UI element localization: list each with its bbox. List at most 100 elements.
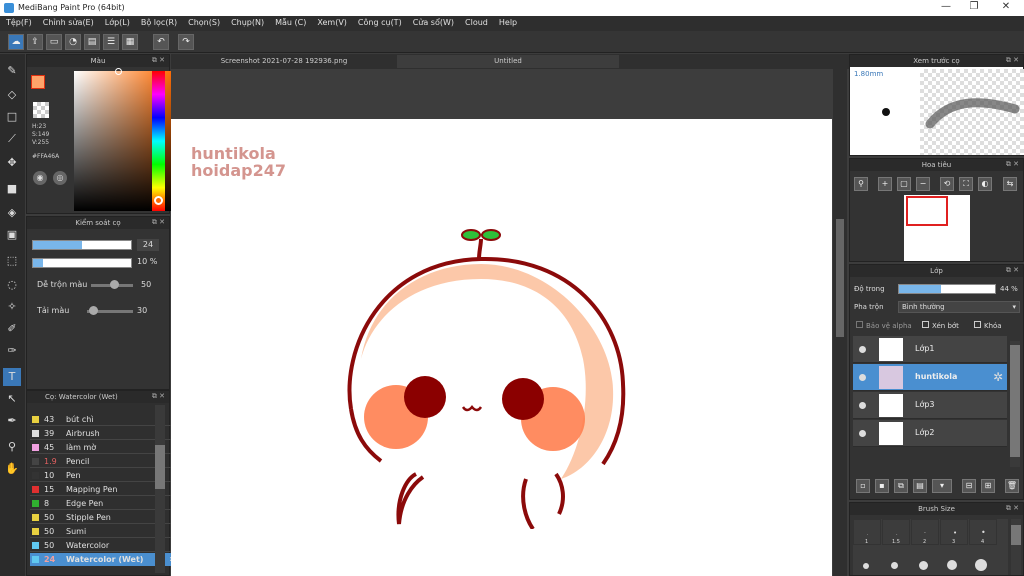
fit-icon[interactable]: ▢	[897, 177, 911, 191]
eraser-tool-icon[interactable]: ◇	[3, 86, 21, 104]
close-button[interactable]: ✕	[996, 1, 1016, 15]
brush-list-scrollbar[interactable]	[155, 405, 165, 573]
blend-slider-handle[interactable]	[110, 280, 119, 289]
protect-alpha-checkbox[interactable]	[856, 321, 863, 328]
brush-size-slider[interactable]	[32, 240, 132, 250]
menu-file[interactable]: Tệp(F)	[0, 16, 37, 31]
layer-row[interactable]: Lớp3	[853, 392, 1007, 419]
tab-screenshot[interactable]: Screenshot 2021-07-28 192936.png	[175, 55, 393, 68]
panel-controls-icon[interactable]: ⧉ ✕	[152, 56, 165, 65]
select-tool-icon[interactable]: ⬚	[3, 252, 21, 270]
gear-icon[interactable]: ✲	[993, 370, 1003, 384]
fill-rect-tool-icon[interactable]: ■	[3, 180, 21, 198]
layer-scrollbar[interactable]	[1010, 341, 1020, 467]
zoom-in-icon[interactable]: +	[878, 177, 892, 191]
rotate-icon[interactable]: ⟲	[940, 177, 954, 191]
upload-icon[interactable]: ⇪	[27, 34, 43, 50]
navigator-thumbnail[interactable]	[904, 195, 970, 261]
menu-snap[interactable]: Chụp(N)	[225, 16, 269, 31]
text-tool-icon[interactable]: T	[3, 368, 21, 386]
lasso-tool-icon[interactable]: ◌	[3, 276, 21, 294]
hue-slider-handle[interactable]	[154, 196, 163, 205]
select-pen-icon[interactable]: ✐	[3, 320, 21, 338]
brush-size-scrollbar[interactable]	[1011, 519, 1021, 575]
new-layer-icon[interactable]: ▫	[856, 479, 870, 493]
layer-visibility-icon[interactable]	[859, 346, 866, 353]
canvas[interactable]: huntikola hoidap247	[171, 119, 832, 576]
tab-untitled[interactable]: Untitled	[397, 55, 619, 68]
grid-icon[interactable]: ▦	[122, 34, 138, 50]
menu-help[interactable]: Help	[493, 16, 522, 31]
lock-checkbox[interactable]	[974, 321, 981, 328]
add-layer-menu-icon[interactable]: ▾	[932, 479, 952, 493]
layer-row[interactable]: Lớp1	[853, 336, 1007, 363]
flow-slider-handle[interactable]	[89, 306, 98, 315]
operation-tool-icon[interactable]: ↖	[3, 390, 21, 408]
brush-size-dot[interactable]	[891, 562, 898, 569]
minimize-button[interactable]: —	[936, 1, 956, 15]
brush-size-cell[interactable]: • 4	[969, 519, 997, 545]
menu-window[interactable]: Cửa sổ(W)	[407, 16, 459, 31]
foreground-color-swatch[interactable]	[31, 75, 45, 89]
layer-opacity-slider[interactable]	[898, 284, 996, 294]
divide-tool-icon[interactable]: ✒	[3, 412, 21, 430]
picker-cursor[interactable]	[115, 68, 122, 75]
layer-blend-select[interactable]: Bình thường ▾	[898, 301, 1020, 313]
chat-icon[interactable]: ◔	[65, 34, 81, 50]
panel-controls-icon[interactable]: ⧉ ✕	[152, 392, 165, 401]
gradient-tool-icon[interactable]: ▣	[3, 226, 21, 244]
panel-controls-icon[interactable]: ⧉ ✕	[1006, 504, 1019, 513]
brush-size-cell[interactable]: · 1	[853, 519, 881, 545]
layer-row[interactable]: Lớp2	[853, 420, 1007, 447]
flip-icon[interactable]: ⇆	[1003, 177, 1017, 191]
list-icon[interactable]: ☰	[103, 34, 119, 50]
select-eraser-icon[interactable]: ✑	[3, 342, 21, 360]
brush-size-cell[interactable]: · 1.5	[882, 519, 910, 545]
duplicate-layer-icon[interactable]: ⧉	[894, 479, 908, 493]
color-mixer-icon[interactable]: ◎	[53, 171, 67, 185]
page-icon[interactable]: ▤	[84, 34, 100, 50]
palette-icon[interactable]: ◉	[33, 171, 47, 185]
menu-cloud[interactable]: Cloud	[459, 16, 493, 31]
brush-size-value[interactable]: 24	[137, 239, 159, 251]
menu-tools[interactable]: Công cụ(T)	[352, 16, 407, 31]
layer-folder-icon[interactable]: ▤	[913, 479, 927, 493]
hand-tool-icon[interactable]: ✋	[3, 460, 21, 478]
layer-settings-icon[interactable]: ⊞	[981, 479, 995, 493]
maximize-button[interactable]: ❐	[964, 1, 984, 15]
menu-layer[interactable]: Lớp(L)	[99, 16, 135, 31]
layer-visibility-icon[interactable]	[859, 430, 866, 437]
layer-row-selected[interactable]: huntikola ✲	[853, 364, 1007, 391]
hue-slider[interactable]	[152, 71, 165, 211]
zoom-out-icon[interactable]: −	[916, 177, 930, 191]
magic-wand-icon[interactable]: ✧	[3, 298, 21, 316]
panel-controls-icon[interactable]: ⧉ ✕	[1006, 266, 1019, 275]
navigator-viewport[interactable]	[906, 196, 948, 226]
layer-visibility-icon[interactable]	[859, 402, 866, 409]
brush-size-dot[interactable]	[919, 561, 928, 570]
vertical-scrollbar[interactable]	[833, 69, 847, 576]
comment-icon[interactable]: ▭	[46, 34, 62, 50]
menu-template[interactable]: Mẫu (C)	[269, 16, 311, 31]
panel-controls-icon[interactable]: ⧉ ✕	[1006, 160, 1019, 169]
line-tool-icon[interactable]: ⟋	[3, 130, 21, 148]
brush-size-cell[interactable]: · 2	[911, 519, 939, 545]
clipping-checkbox[interactable]	[922, 321, 929, 328]
brush-size-dot[interactable]	[975, 559, 987, 571]
fullscreen-icon[interactable]: ⛶	[959, 177, 973, 191]
reset-icon[interactable]: ◐	[978, 177, 992, 191]
redo-icon[interactable]: ↷	[178, 34, 194, 50]
eyedropper-tool-icon[interactable]: ⚲	[3, 438, 21, 456]
brush-size-dot[interactable]	[947, 560, 957, 570]
menu-filter[interactable]: Bộ lọc(R)	[135, 16, 182, 31]
brush-tool-icon[interactable]: ✎	[3, 62, 21, 80]
panel-controls-icon[interactable]: ⧉ ✕	[152, 218, 165, 227]
trash-icon[interactable]: 🗑	[1005, 479, 1019, 493]
bucket-tool-icon[interactable]: ◈	[3, 204, 21, 222]
panel-controls-icon[interactable]: ⧉ ✕	[1006, 56, 1019, 65]
rectangle-tool-icon[interactable]: □	[3, 108, 21, 126]
brush-size-cell[interactable]: • 3	[940, 519, 968, 545]
transparent-color-swatch[interactable]	[33, 102, 49, 118]
layer-visibility-icon[interactable]	[859, 374, 866, 381]
menu-view[interactable]: Xem(V)	[311, 16, 352, 31]
